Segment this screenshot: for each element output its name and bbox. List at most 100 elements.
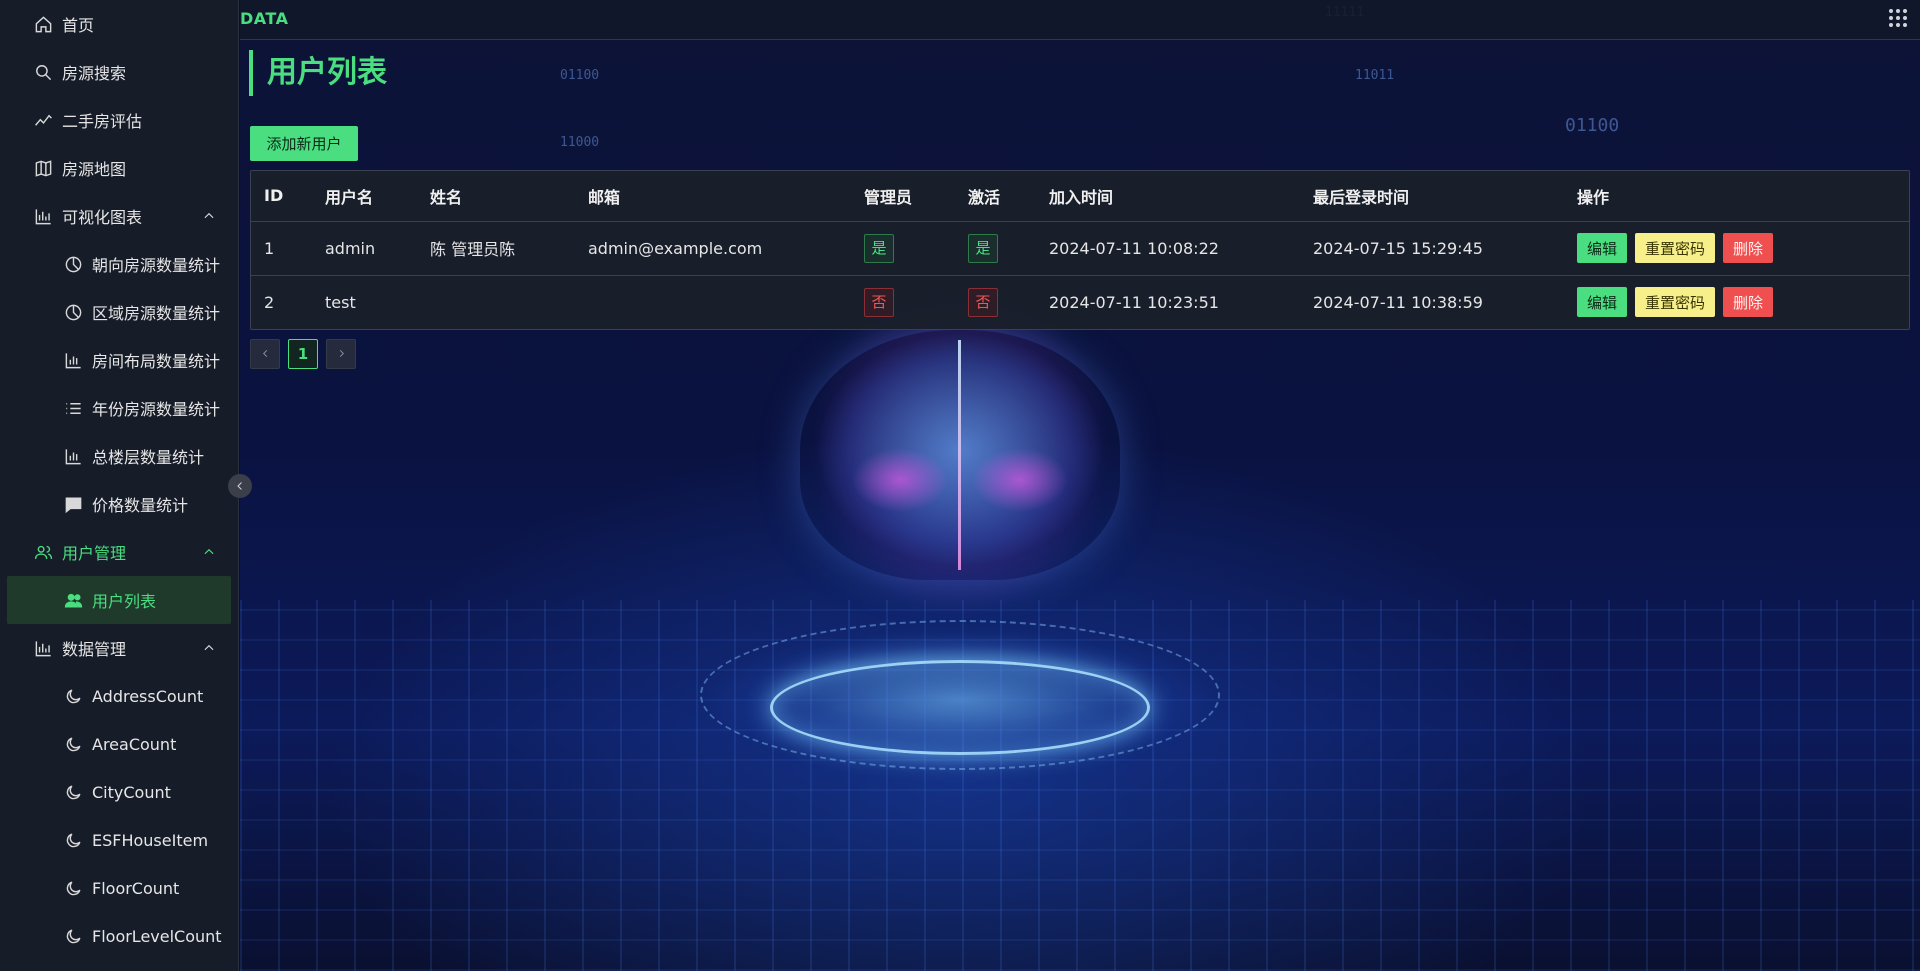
cell-last-login: 2024-07-15 15:29:45 [1300, 221, 1564, 276]
sidebar-item-areacount[interactable]: AreaCount [0, 720, 238, 768]
table-row: 2 test 否 否 2024-07-11 10:23:51 2024-07-1… [251, 275, 1909, 329]
sidebar-item-price-stats[interactable]: 价格数量统计 [0, 480, 238, 528]
sidebar-item-floor-stats[interactable]: 总楼层数量统计 [0, 432, 238, 480]
moon-icon [62, 733, 84, 755]
sidebar-item-label: 朝向房源数量统计 [92, 256, 221, 275]
sidebar-item-label: AddressCount [92, 686, 204, 706]
chevron-right-icon [336, 345, 347, 363]
column-header-email[interactable]: 邮箱 [575, 171, 851, 222]
sidebar-item-data-management[interactable]: 数据管理 [0, 624, 238, 672]
cell-username: test [325, 292, 356, 312]
cell-active: 否 [955, 275, 1036, 329]
chevron-left-icon [260, 345, 271, 363]
sidebar-item-year-stats[interactable]: 年份房源数量统计 [0, 384, 238, 432]
sidebar: 首页 房源搜索 二手房评估 房源地图 可视化图表 朝向房源数量统计 区域房源数量… [0, 0, 239, 971]
cell-username: admin [312, 221, 417, 276]
brand-logo[interactable]: DATA [240, 9, 288, 28]
reset-password-button[interactable]: 重置密码 [1635, 287, 1716, 318]
list-icon [62, 397, 84, 419]
moon-icon [62, 781, 84, 803]
binary-decoration: 11011 [1355, 68, 1395, 83]
page-number-button[interactable]: 1 [288, 339, 318, 369]
column-header-name[interactable]: 姓名 [417, 171, 575, 222]
active-badge: 是 [968, 233, 998, 263]
users-icon [32, 541, 54, 563]
sidebar-item-label: FloorLevelCount [92, 926, 222, 946]
prev-page-button[interactable] [250, 339, 280, 369]
background-scene: 01100 11000 11011 01100 11111 [240, 0, 1920, 971]
column-header-admin[interactable]: 管理员 [851, 171, 955, 222]
brain-hologram [800, 330, 1120, 580]
bar-chart-icon [32, 205, 54, 227]
sidebar-item-layout-stats[interactable]: 房间布局数量统计 [0, 336, 238, 384]
column-header-active[interactable]: 激活 [955, 171, 1036, 222]
cell-actions: 编辑 重置密码 删除 [1564, 275, 1909, 329]
cell-name: 陈 管理员陈 [417, 221, 575, 276]
reset-password-button[interactable]: 重置密码 [1635, 233, 1716, 263]
pie-chart-icon [62, 253, 84, 275]
cell-id: 2 [264, 292, 275, 312]
sidebar-item-district-stats[interactable]: 区域房源数量统计 [0, 288, 238, 336]
sidebar-item-floorcount[interactable]: FloorCount [0, 864, 238, 912]
cell-joined: 2024-07-11 10:08:22 [1036, 221, 1300, 276]
edit-button[interactable]: 编辑 [1577, 287, 1628, 318]
user-table: ID 用户名 姓名 邮箱 管理员 激活 加入时间 最后登录时间 操作 1 adm… [250, 170, 1910, 330]
binary-decoration: 01100 [560, 68, 600, 83]
sidebar-item-label: AreaCount [92, 734, 177, 754]
delete-button[interactable]: 删除 [1723, 233, 1774, 263]
moon-icon [62, 829, 84, 851]
edit-button[interactable]: 编辑 [1577, 233, 1628, 263]
sidebar-item-house-search[interactable]: 房源搜索 [0, 48, 238, 96]
message-icon [62, 493, 84, 515]
cell-email: admin@example.com [575, 221, 851, 276]
sidebar-item-label: 首页 [62, 16, 95, 35]
top-bar: DATA [240, 0, 1920, 40]
pagination: 1 [250, 339, 356, 369]
column-header-last-login[interactable]: 最后登录时间 [1300, 171, 1564, 222]
sidebar-item-valuation[interactable]: 二手房评估 [0, 96, 238, 144]
sidebar-item-charts[interactable]: 可视化图表 [0, 192, 238, 240]
sidebar-item-label: 用户管理 [62, 544, 127, 563]
search-icon [32, 61, 54, 83]
sidebar-item-label: FloorCount [92, 878, 180, 898]
page-title: 用户列表 [249, 50, 387, 96]
bar-chart-icon [32, 637, 54, 659]
moon-icon [62, 685, 84, 707]
cell-admin: 是 [851, 221, 955, 276]
add-user-button[interactable]: 添加新用户 [250, 126, 358, 161]
sidebar-item-addresscount[interactable]: AddressCount [0, 672, 238, 720]
admin-badge: 否 [864, 287, 894, 317]
column-header-id[interactable]: ID [251, 171, 312, 222]
sidebar-item-user-management[interactable]: 用户管理 [0, 528, 238, 576]
cell-joined: 2024-07-11 10:23:51 [1049, 292, 1219, 312]
next-page-button[interactable] [326, 339, 356, 369]
chevron-up-icon [202, 640, 218, 656]
delete-button[interactable]: 删除 [1723, 287, 1774, 318]
sidebar-item-label: 可视化图表 [62, 208, 143, 227]
moon-icon [62, 925, 84, 947]
apps-grid-icon[interactable] [1886, 6, 1910, 30]
map-icon [32, 157, 54, 179]
sidebar-collapse-button[interactable] [228, 474, 252, 498]
sidebar-item-citycount[interactable]: CityCount [0, 768, 238, 816]
binary-decoration: 11000 [560, 135, 600, 150]
sidebar-item-floorlevelcount[interactable]: FloorLevelCount [0, 912, 238, 960]
column-header-joined[interactable]: 加入时间 [1036, 171, 1300, 222]
sidebar-item-esfhouseitem[interactable]: ESFHouseItem [0, 816, 238, 864]
sidebar-item-home[interactable]: 首页 [0, 0, 238, 48]
cell-last-login: 2024-07-11 10:38:59 [1313, 292, 1483, 312]
chevron-up-icon [202, 544, 218, 560]
sidebar-item-label: 数据管理 [62, 640, 127, 659]
sidebar-item-label: 用户列表 [92, 592, 157, 611]
column-header-username[interactable]: 用户名 [312, 171, 417, 222]
pie-chart-icon [62, 301, 84, 323]
sidebar-item-label: CityCount [92, 782, 171, 802]
sidebar-item-user-list[interactable]: 用户列表 [7, 576, 231, 624]
sidebar-item-orientation-stats[interactable]: 朝向房源数量统计 [0, 240, 238, 288]
cell-name [417, 275, 575, 329]
moon-icon [62, 877, 84, 899]
cell-admin: 否 [851, 275, 955, 329]
sidebar-item-map[interactable]: 房源地图 [0, 144, 238, 192]
sidebar-item-label: 价格数量统计 [92, 496, 189, 515]
sidebar-item-label: 房源地图 [62, 160, 127, 179]
